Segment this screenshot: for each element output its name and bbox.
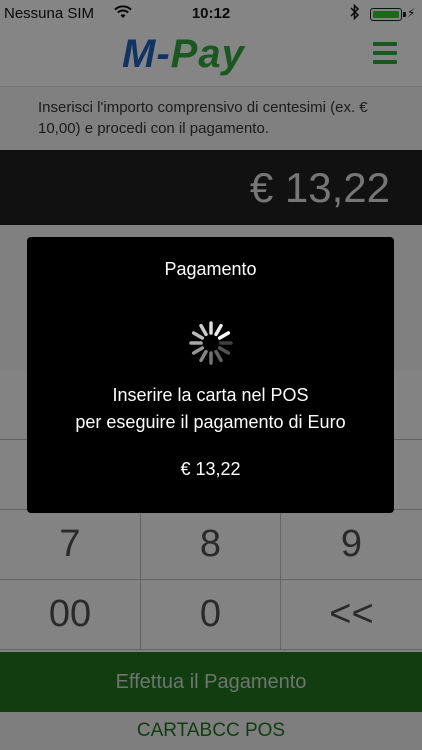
modal-message-line2: per eseguire il pagamento di Euro [75,412,346,432]
modal-amount: € 13,22 [180,459,241,479]
modal-message-line1: Inserire la carta nel POS [112,385,309,405]
modal-title: Pagamento [164,259,257,279]
modal-message: Inserire la carta nel POS per eseguire i… [27,382,394,436]
payment-modal: Pagamento Inserire la carta nel POS per … [27,237,394,513]
spinner-spoke [214,349,223,363]
loading-spinner-icon [187,319,235,367]
spinner-spoke [199,349,208,363]
spinner-spoke [191,331,205,340]
spinner-spoke [217,346,231,355]
spinner-spoke [214,323,223,337]
spinner-spoke [191,346,205,355]
spinner-spoke [199,323,208,337]
spinner-spoke [217,331,231,340]
